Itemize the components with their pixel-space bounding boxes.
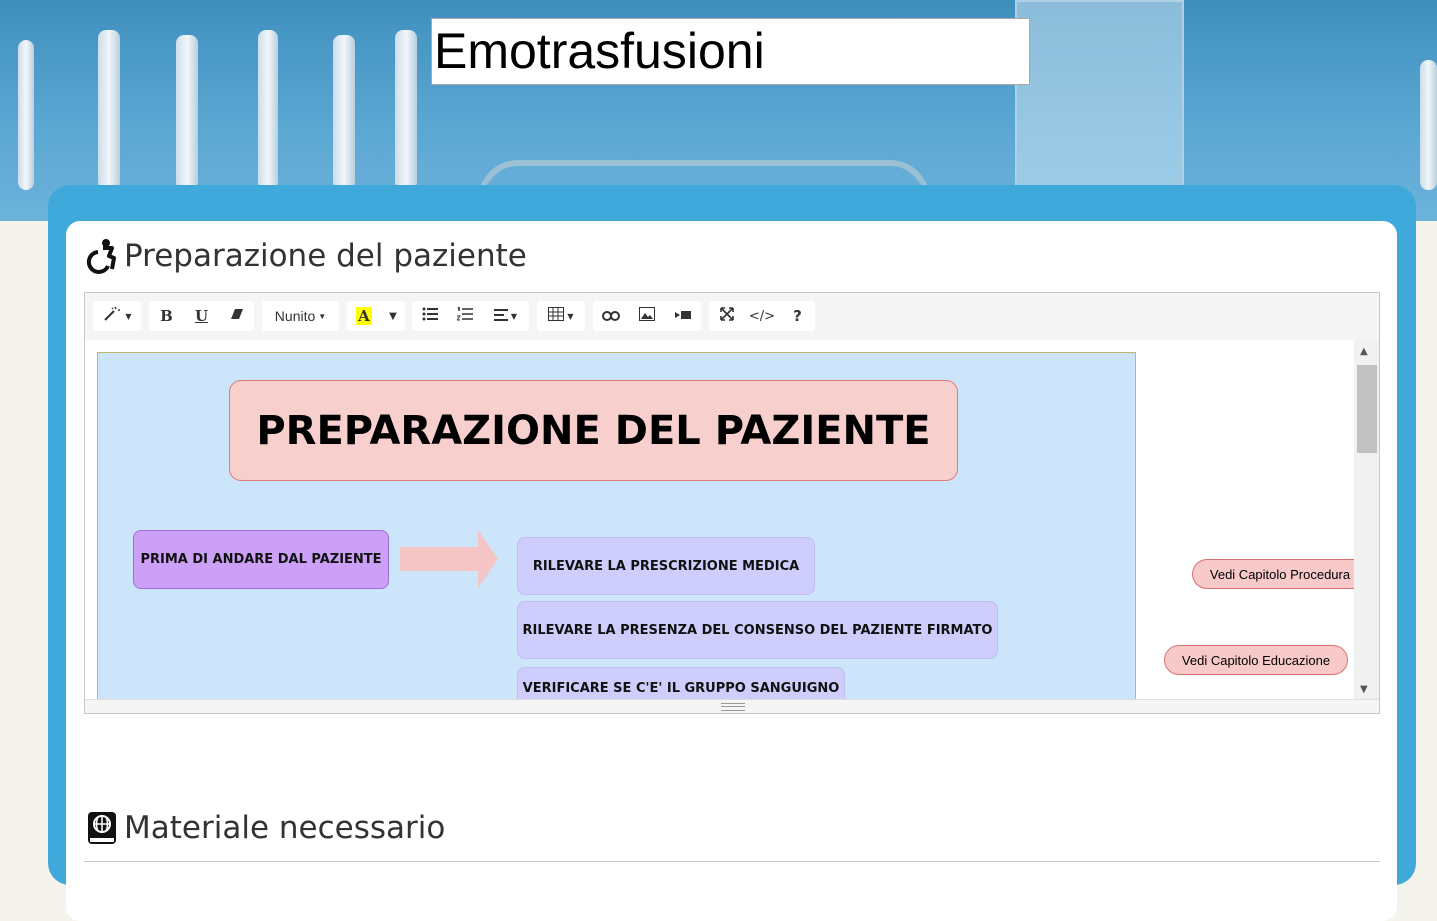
highlight-icon: A <box>356 307 372 325</box>
view-group: </> ? <box>709 301 815 331</box>
underline-button[interactable]: U <box>184 301 219 331</box>
section-title-materiale: Materiale necessario <box>86 810 445 846</box>
highlight-color-button[interactable]: A <box>347 301 381 331</box>
eraser-button[interactable] <box>219 301 254 331</box>
image-button[interactable] <box>629 301 665 331</box>
bullet-list-icon <box>422 307 438 325</box>
fullscreen-button[interactable] <box>709 301 744 331</box>
step-node: RILEVARE LA PRESENZA DEL CONSENSO DEL PA… <box>517 601 998 659</box>
help-button[interactable]: ? <box>780 301 815 331</box>
font-family-select[interactable]: Nunito ▼ <box>262 301 339 331</box>
start-node: PRIMA DI ANDARE DAL PAZIENTE <box>133 530 389 589</box>
insert-group <box>593 301 701 331</box>
expand-icon <box>719 307 734 325</box>
color-group: A ▼ <box>347 301 405 331</box>
link-educazione[interactable]: Vedi Capitolo Educazione <box>1164 645 1348 675</box>
arrow-right-icon <box>400 530 498 588</box>
table-icon <box>548 307 565 325</box>
instrument-image <box>395 30 417 190</box>
grip-icon <box>721 703 745 711</box>
scroll-thumb[interactable] <box>1357 365 1377 453</box>
step-node: RILEVARE LA PRESCRIZIONE MEDICA <box>517 537 815 595</box>
editor-content[interactable]: PREPARAZIONE DEL PAZIENTE PRIMA DI ANDAR… <box>85 340 1354 701</box>
magic-wand-icon <box>102 306 122 326</box>
rich-text-editor: ▼ B U Nunito ▼ A ▼ ▼ ▼ </> ? PREPARAZION… <box>84 292 1380 714</box>
color-dropdown-button[interactable]: ▼ <box>381 301 405 331</box>
editor-resize-handle[interactable] <box>85 699 1379 713</box>
bottle-image <box>1015 0 1184 194</box>
page-title-input[interactable]: Emotrasfusioni <box>431 18 1030 85</box>
bold-button[interactable]: B <box>149 301 184 331</box>
link-procedura[interactable]: Vedi Capitolo Procedura <box>1192 559 1354 589</box>
picture-icon <box>639 307 655 325</box>
code-view-button[interactable]: </> <box>744 301 780 331</box>
instrument-image <box>98 30 120 190</box>
editor-top-border <box>84 861 1380 862</box>
editor-toolbar: ▼ B U Nunito ▼ A ▼ ▼ ▼ </> ? <box>85 293 1379 341</box>
paragraph-group: ▼ <box>412 301 529 331</box>
format-group: B U <box>149 301 254 331</box>
table-button[interactable]: ▼ <box>537 301 585 331</box>
scroll-up-icon[interactable]: ▲ <box>1360 346 1368 357</box>
instrument-image <box>1420 60 1437 190</box>
style-group: ▼ <box>93 301 141 331</box>
video-icon <box>675 307 691 325</box>
ordered-list-button[interactable] <box>447 301 482 331</box>
instrument-image <box>333 35 355 190</box>
preparation-diagram: PREPARAZIONE DEL PAZIENTE PRIMA DI ANDAR… <box>97 352 1136 701</box>
section-title-text: Preparazione del paziente <box>124 238 527 274</box>
step-node: VERIFICARE SE C'E' IL GRUPPO SANGUIGNO <box>517 667 845 701</box>
font-name: Nunito <box>274 308 316 324</box>
editor-scrollbar[interactable]: ▲ ▼ <box>1354 340 1379 701</box>
scroll-down-icon[interactable]: ▼ <box>1360 684 1368 695</box>
unordered-list-button[interactable] <box>412 301 447 331</box>
diagram-title: PREPARAZIONE DEL PAZIENTE <box>229 380 958 481</box>
video-button[interactable] <box>665 301 701 331</box>
link-button[interactable] <box>593 301 629 331</box>
table-group: ▼ <box>537 301 585 331</box>
section-title-preparazione: Preparazione del paziente <box>86 238 527 274</box>
numbered-list-icon <box>455 305 473 325</box>
eraser-icon <box>230 307 244 325</box>
font-group: Nunito ▼ <box>262 301 339 331</box>
book-globe-icon <box>86 810 118 846</box>
link-icon <box>602 307 620 325</box>
align-button[interactable]: ▼ <box>482 301 529 331</box>
instrument-image <box>176 35 198 190</box>
instrument-image <box>258 30 278 190</box>
wheelchair-icon <box>86 238 118 274</box>
section-title-text: Materiale necessario <box>124 810 446 846</box>
align-left-icon <box>493 307 508 325</box>
magic-wand-button[interactable]: ▼ <box>93 301 141 331</box>
scissors-image <box>18 40 34 190</box>
